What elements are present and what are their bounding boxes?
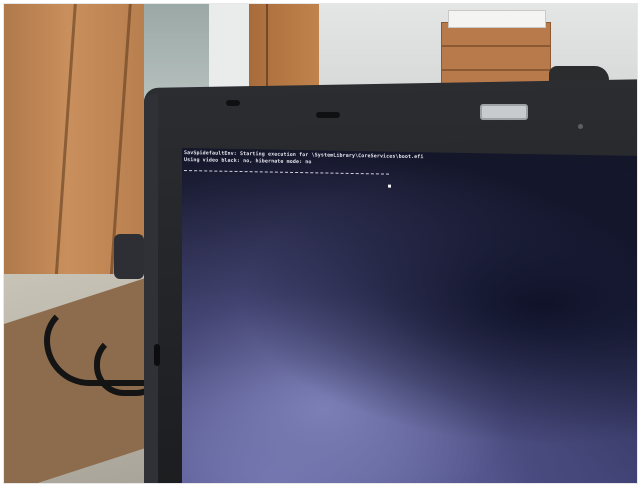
laptop-screen: SavSpidefaultEnv: Starting execution for…: [182, 148, 637, 483]
side-port: [154, 344, 160, 366]
console-divider: [184, 170, 389, 176]
photo: SavSpidefaultEnv: Starting execution for…: [3, 3, 638, 484]
bezel-sensor: [226, 100, 240, 106]
cabinet-seam: [266, 4, 268, 89]
laptop-bezel-edge: [144, 94, 158, 483]
drawer-top-box: [448, 10, 546, 28]
drawer-divider: [442, 69, 550, 71]
white-door: [209, 4, 251, 96]
boot-console: SavSpidefaultEnv: Starting execution for…: [184, 150, 424, 168]
bezel-light: [480, 104, 528, 120]
power-adapter: [114, 234, 144, 279]
text-cursor: [388, 184, 391, 188]
bezel-indicator: [578, 124, 583, 129]
drawer-divider: [442, 45, 550, 47]
wood-cabinet: [249, 4, 319, 92]
webcam-icon: [316, 112, 340, 118]
